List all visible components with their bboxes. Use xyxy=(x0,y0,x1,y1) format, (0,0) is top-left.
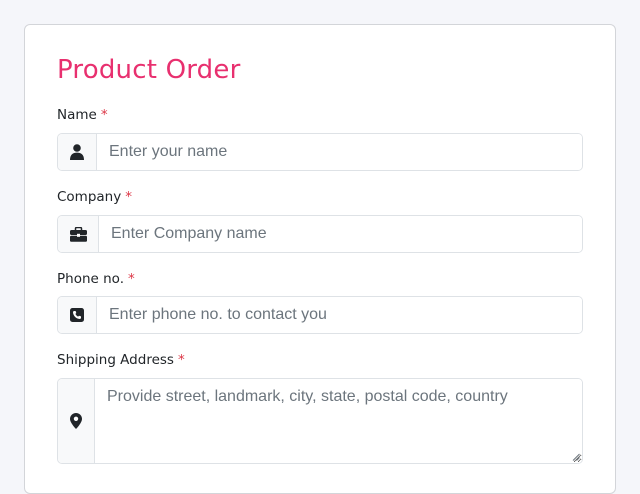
shipping-address-label: Shipping Address * xyxy=(57,352,185,368)
phone-input-group xyxy=(57,296,583,334)
company-label: Company * xyxy=(57,189,132,205)
form-title: Product Order xyxy=(57,55,241,85)
company-input[interactable] xyxy=(99,216,582,252)
phone-label: Phone no. * xyxy=(57,271,135,287)
phone-input[interactable] xyxy=(97,297,582,333)
name-input-group xyxy=(57,133,583,171)
shipping-address-label-text: Shipping Address xyxy=(57,352,174,368)
phone-icon xyxy=(58,297,97,333)
name-label: Name * xyxy=(57,107,108,123)
company-input-group xyxy=(57,215,583,253)
map-pin-icon xyxy=(58,379,95,463)
company-required-marker: * xyxy=(125,189,132,205)
name-label-text: Name xyxy=(57,107,97,123)
shipping-address-input-group xyxy=(57,378,583,464)
shipping-address-required-marker: * xyxy=(177,352,185,368)
phone-label-text: Phone no. xyxy=(57,271,124,287)
shipping-address-textarea[interactable] xyxy=(95,379,582,463)
user-icon xyxy=(58,134,97,170)
name-input[interactable] xyxy=(97,134,582,170)
company-label-text: Company xyxy=(57,189,122,205)
briefcase-icon xyxy=(58,216,99,252)
name-required-marker: * xyxy=(100,107,108,123)
phone-required-marker: * xyxy=(127,271,135,287)
order-form-card: Product Order Name* Company* Phone no xyxy=(24,24,616,494)
